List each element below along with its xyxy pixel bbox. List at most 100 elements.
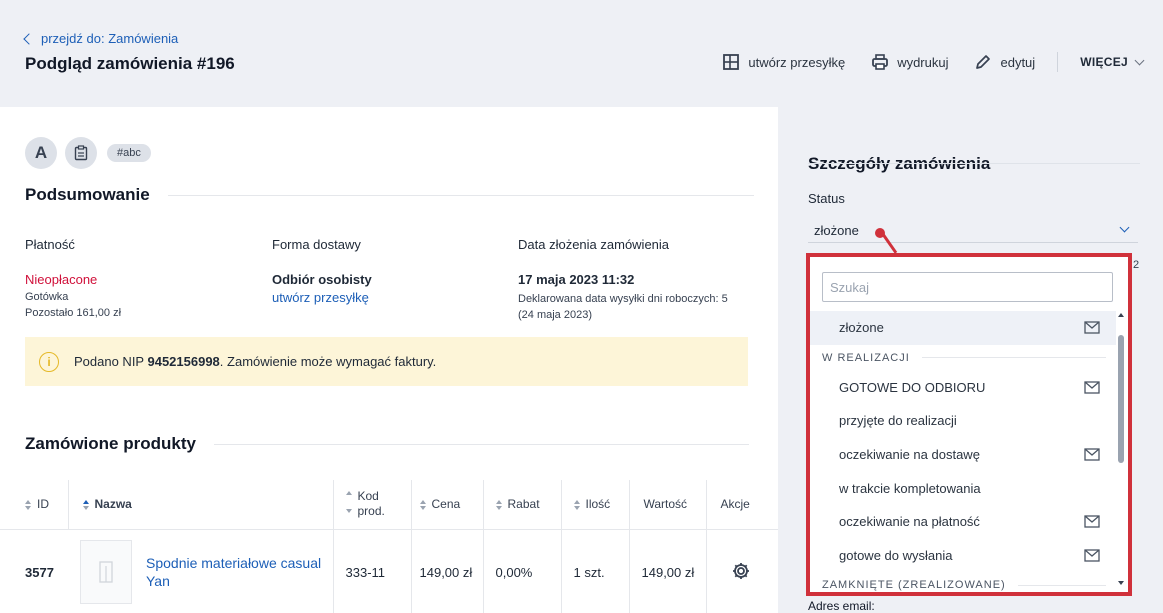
delivery-column: Forma dostawy Odbiór osobisty utwórz prz… — [272, 237, 372, 305]
back-link-label: przejdź do: Zamówienia — [41, 31, 179, 46]
scrollbar-thumb[interactable] — [1118, 335, 1124, 463]
status-option-label: oczekiwanie na dostawę — [839, 447, 980, 463]
col-qty[interactable]: Ilość — [560, 480, 629, 530]
row-discount: 0,00% — [482, 529, 561, 613]
table-header-row: ID Nazwa Kod prod. Cena Rabat Ilość Warto… — [0, 480, 778, 530]
status-option[interactable]: gotowe do wysłania — [810, 539, 1116, 573]
heading-divider — [213, 443, 749, 445]
status-option[interactable]: GOTOWE DO ODBIORU — [810, 371, 1116, 405]
mail-icon — [1084, 448, 1100, 461]
create-shipment-link[interactable]: utwórz przesyłkę — [272, 290, 372, 305]
status-option[interactable]: złożone — [810, 311, 1116, 345]
shipping-note-line2: (24 maja 2023) — [518, 309, 592, 321]
sidebar-divider — [808, 163, 1140, 164]
status-group-label: ZAMKNIĘTE (ZREALIZOWANE) — [822, 579, 1006, 592]
clipboard-icon[interactable] — [65, 137, 97, 169]
create-shipment-label: utwórz przesyłkę — [748, 54, 846, 70]
order-chips: A #abc — [25, 137, 151, 169]
product-name-line1: Spodnie materiałowe casual — [146, 555, 322, 572]
back-link[interactable]: przejdź do: Zamówienia — [23, 31, 179, 46]
col-price[interactable]: Cena — [410, 480, 483, 530]
dropdown-scrollbar[interactable] — [1118, 313, 1124, 585]
sort-icon — [82, 500, 90, 511]
col-value: Wartość — [628, 480, 706, 530]
status-option-label: gotowe do wysłania — [839, 547, 953, 563]
mail-icon — [1084, 380, 1100, 394]
status-option[interactable]: w trakcie kompletowania — [810, 471, 1116, 505]
heading-divider — [167, 194, 754, 196]
more-menu-button[interactable]: WIĘCEJ — [1080, 55, 1145, 69]
group-divider — [921, 357, 1106, 359]
row-id: 3577 — [25, 564, 54, 580]
print-button[interactable]: wydrukuj — [871, 53, 948, 71]
status-label: Status — [808, 191, 845, 206]
page-title: Podgląd zamówienia #196 — [25, 54, 235, 73]
status-option[interactable]: oczekiwanie na płatność — [810, 505, 1116, 539]
alert-suffix: . Zamówienie może wymagać faktury. — [219, 354, 437, 369]
col-code[interactable]: Kod prod. — [332, 480, 411, 530]
chevron-left-icon — [23, 32, 35, 45]
order-date: 17 maja 2023 11:32 — [518, 272, 635, 287]
col-code-label-2: prod. — [357, 504, 385, 519]
scroll-up-arrow-icon[interactable] — [1118, 313, 1124, 317]
payment-label: Płatność — [25, 237, 75, 252]
scroll-down-arrow-icon[interactable] — [1118, 581, 1124, 585]
mail-icon — [1084, 321, 1100, 334]
edit-label: edytuj — [1000, 54, 1036, 70]
alert-nip: 9452156998 — [147, 354, 220, 369]
col-discount[interactable]: Rabat — [482, 480, 561, 530]
create-shipment-button[interactable]: utwórz przesyłkę — [722, 53, 845, 71]
delivery-label: Forma dostawy — [272, 237, 361, 252]
status-option[interactable]: oczekiwanie na dostawę — [810, 438, 1116, 472]
tag-badge[interactable]: #abc — [107, 144, 151, 162]
delivery-method: Odbiór osobisty — [272, 272, 372, 287]
more-label: WIĘCEJ — [1080, 55, 1128, 69]
partial-number: 2 — [1133, 259, 1140, 271]
row-qty: 1 szt. — [560, 529, 629, 613]
col-actions: Akcje — [705, 480, 778, 530]
payment-remaining: Pozostało 161,00 zł — [25, 307, 122, 319]
print-label: wydrukuj — [897, 54, 949, 70]
summary-section-heading: Podsumowanie — [25, 185, 754, 205]
group-divider — [1017, 584, 1106, 586]
sort-icon — [345, 491, 353, 514]
products-table: ID Nazwa Kod prod. Cena Rabat Ilość Warto… — [0, 480, 778, 613]
sort-icon — [495, 500, 503, 511]
edit-button[interactable]: edytuj — [974, 53, 1035, 71]
chevron-down-icon — [1134, 55, 1145, 65]
status-option-label: GOTOWE DO ODBIORU — [839, 379, 986, 395]
payment-method: Gotówka — [25, 291, 69, 303]
avatar[interactable]: A — [25, 137, 57, 169]
product-thumbnail[interactable] — [80, 540, 132, 605]
col-value-label: Wartość — [643, 497, 688, 512]
col-qty-label: Ilość — [585, 497, 611, 512]
sort-icon — [25, 500, 32, 511]
col-discount-label: Rabat — [507, 497, 540, 512]
info-icon: i — [39, 351, 59, 372]
col-name[interactable]: Nazwa — [67, 480, 333, 530]
status-option-label: przyjęte do realizacji — [839, 413, 957, 429]
payment-column: Płatność Nieopłacone Gotówka Pozostało 1… — [25, 237, 121, 321]
date-label: Data złożenia zamówienia — [518, 237, 670, 252]
table-row: 3577 Spodnie materiałowe casual Yan 333-… — [0, 529, 778, 613]
email-label: Adres email: — [808, 599, 875, 613]
nip-alert: i Podano NIP 9452156998 . Zamówienie moż… — [25, 337, 748, 386]
status-select[interactable]: złożone — [808, 218, 1138, 243]
col-id[interactable]: ID — [0, 480, 68, 530]
status-option-label: oczekiwanie na płatność — [839, 514, 980, 530]
summary-heading: Podsumowanie — [25, 185, 150, 204]
gear-icon[interactable] — [731, 561, 751, 581]
payment-status: Nieopłacone — [25, 272, 98, 287]
sidebar-heading: Szczegóły zamówienia — [808, 154, 991, 173]
product-name-line2: Yan — [146, 573, 170, 590]
status-value: złożone — [814, 222, 859, 238]
status-search-input[interactable] — [822, 272, 1113, 302]
status-option[interactable]: przyjęte do realizacji — [810, 404, 1116, 438]
chevron-down-icon — [1119, 222, 1130, 233]
status-option-label: złożone — [839, 320, 884, 336]
row-value: 149,00 zł — [628, 529, 706, 613]
shipping-note-line1: Deklarowana data wysyłki dni roboczych: … — [518, 293, 728, 305]
sort-icon — [419, 500, 427, 511]
product-name-link[interactable]: Spodnie materiałowe casual Yan — [146, 554, 321, 590]
alert-prefix: Podano NIP — [74, 354, 148, 369]
